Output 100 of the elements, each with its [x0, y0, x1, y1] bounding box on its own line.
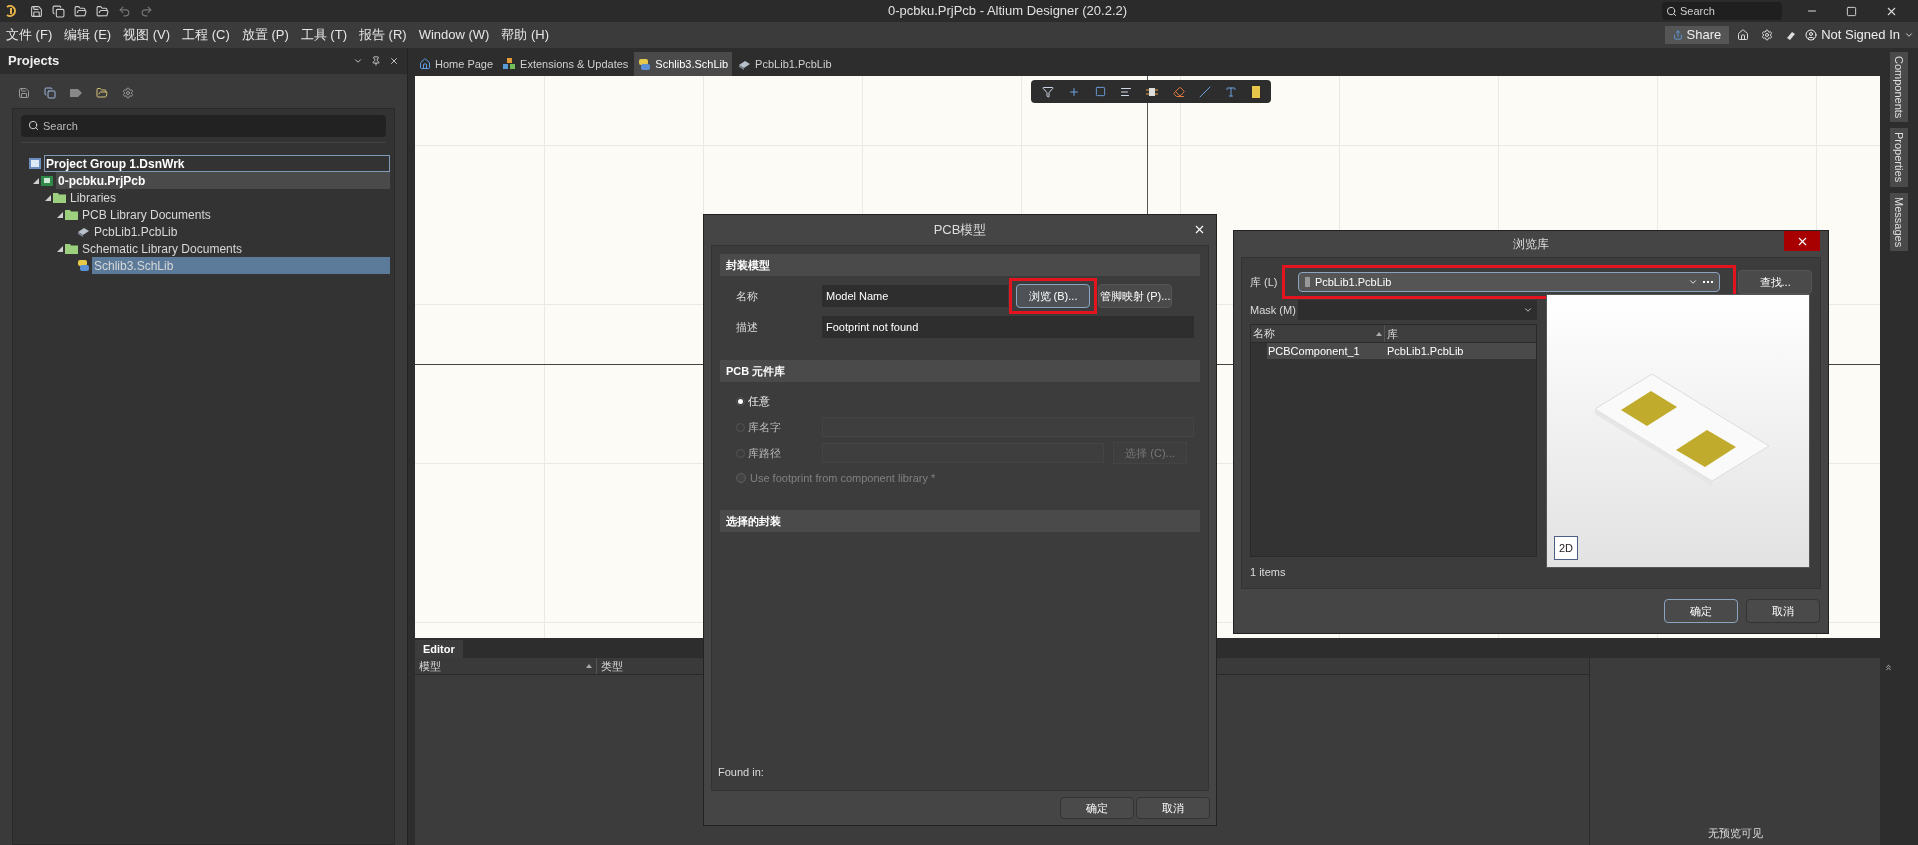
search-icon [28, 120, 39, 131]
cancel-button[interactable]: 取消 [1746, 599, 1820, 623]
pin-mapping-button[interactable]: 管脚映射 (P)... [1098, 284, 1172, 308]
note-icon[interactable] [1251, 85, 1260, 98]
table-cell-text: PCBComponent_1 [1267, 344, 1361, 359]
ok-button[interactable]: 确定 [1060, 797, 1134, 819]
schematic-library-icon [77, 259, 90, 272]
maximize-icon[interactable] [1846, 5, 1857, 17]
expanded-arrow-icon[interactable] [45, 194, 51, 201]
home-icon[interactable] [1737, 29, 1750, 41]
preview-message: 无预览可见 [1707, 825, 1763, 841]
search-field[interactable]: Search [1662, 2, 1782, 20]
dropdown-icon[interactable] [353, 56, 363, 66]
section-header: 封装模型 [720, 254, 1200, 276]
close-icon[interactable] [1193, 223, 1206, 236]
radio-label: 任意 [748, 393, 770, 409]
section-header: PCB 元件库 [720, 360, 1200, 382]
tree-item[interactable]: Project Group 1.DsnWrk [44, 155, 390, 172]
column-header[interactable]: 类型 [597, 658, 623, 674]
align-icon[interactable] [1120, 85, 1133, 98]
plus-icon[interactable] [1068, 85, 1081, 98]
save-icon[interactable] [30, 4, 43, 18]
expanded-arrow-icon[interactable] [57, 245, 63, 252]
mask-field[interactable] [1298, 300, 1537, 320]
menu-item[interactable]: Window (W) [412, 25, 496, 45]
column-header[interactable]: 名称 [1251, 325, 1385, 342]
view-mode-button[interactable]: 2D [1554, 536, 1578, 560]
filter-icon[interactable] [1042, 85, 1055, 98]
tree-item[interactable]: 0-pcbku.PrjPcb [56, 172, 390, 189]
menu-item[interactable]: 视图 (V) [117, 25, 177, 45]
line-icon[interactable] [1199, 85, 1212, 98]
tag-icon[interactable] [70, 88, 82, 98]
menu-item[interactable]: 帮助 (H) [495, 25, 556, 45]
pcb-library-icon [738, 58, 752, 70]
column-header[interactable]: 模型 [415, 658, 597, 674]
menu-item[interactable]: 放置 (P) [235, 25, 295, 45]
browse-button[interactable]: 浏览 (B)... [1016, 284, 1090, 308]
redo-icon[interactable] [140, 4, 153, 18]
menu-item[interactable]: 工程 (C) [176, 25, 236, 45]
project-icon [41, 174, 54, 187]
settings-icon[interactable] [122, 87, 134, 99]
close-button[interactable] [1784, 231, 1820, 251]
folder-icon[interactable] [74, 4, 87, 18]
found-in-label: Found in: [718, 764, 765, 780]
expand-icon[interactable] [1884, 663, 1893, 672]
side-tab[interactable]: Properties [1890, 128, 1908, 187]
table-row[interactable]: PCBComponent_1 PcbLib1.PcbLib [1267, 343, 1536, 359]
name-field[interactable]: Model Name [822, 285, 1008, 307]
account-button[interactable]: Not Signed In [1805, 25, 1918, 45]
share-button[interactable]: Share [1664, 26, 1730, 44]
expanded-arrow-icon[interactable] [33, 177, 39, 184]
pcb-library-icon [77, 226, 90, 237]
document-tab[interactable]: PcbLib1.PcbLib [734, 52, 836, 76]
menu-item[interactable]: 工具 (T) [294, 25, 353, 45]
tree-item[interactable]: Libraries [68, 189, 390, 206]
save-icon[interactable] [18, 87, 30, 99]
find-button[interactable]: 查找... [1738, 270, 1812, 294]
panel-tab[interactable]: Editor [415, 640, 463, 658]
undo-icon[interactable] [118, 4, 131, 18]
column-header[interactable]: 库 [1385, 325, 1400, 342]
side-tab[interactable]: Components [1890, 52, 1908, 123]
copy-icon[interactable] [44, 87, 56, 99]
folder-icon [53, 192, 66, 203]
menu-item[interactable]: 编辑 (E) [58, 25, 118, 45]
menu-item[interactable]: 文件 (F) [0, 25, 59, 45]
document-tab[interactable]: Home Page [415, 52, 498, 76]
cancel-button[interactable]: 取消 [1136, 797, 1210, 819]
pin-icon[interactable] [371, 56, 381, 66]
description-field[interactable]: Footprint not found [822, 316, 1194, 338]
tree-item[interactable]: Schematic Library Documents [80, 240, 390, 257]
tree-item[interactable]: PCB Library Documents [80, 206, 390, 223]
folder-icon[interactable] [96, 4, 109, 18]
search-icon [1666, 6, 1677, 17]
text-icon[interactable] [1225, 85, 1238, 98]
share-icon [1672, 30, 1683, 40]
dialog-title: 浏览库 [1513, 236, 1549, 253]
library-select[interactable]: PcbLib1.PcbLib [1297, 272, 1721, 292]
ok-button[interactable]: 确定 [1664, 599, 1738, 623]
eraser-icon[interactable] [1172, 85, 1185, 98]
document-tab[interactable]: Schlib3.SchLib [634, 52, 733, 76]
field-label: 名称 [735, 288, 759, 304]
side-tab[interactable]: Messages [1890, 192, 1908, 251]
field-label: 描述 [735, 319, 759, 335]
app-logo-icon [4, 4, 18, 18]
rectangle-icon[interactable] [1094, 86, 1106, 97]
item-count: 1 items [1250, 564, 1287, 580]
section-header: 选择的封装 [720, 510, 1200, 532]
user-icon [1805, 29, 1818, 41]
expanded-arrow-icon[interactable] [57, 211, 63, 218]
caret-icon [1904, 30, 1914, 40]
radio-button[interactable] [736, 396, 745, 406]
component-icon[interactable] [1146, 85, 1159, 98]
home-icon [419, 58, 431, 70]
search-field[interactable]: Search [21, 115, 386, 137]
folder-icon[interactable] [96, 87, 108, 99]
tree-item[interactable]: PcbLib1.PcbLib [92, 223, 390, 240]
dialog-title: PCB模型 [933, 221, 987, 240]
close-icon[interactable] [389, 56, 399, 66]
document-tab[interactable]: Extensions & Updates [499, 52, 633, 76]
menu-item[interactable]: 报告 (R) [352, 25, 413, 45]
